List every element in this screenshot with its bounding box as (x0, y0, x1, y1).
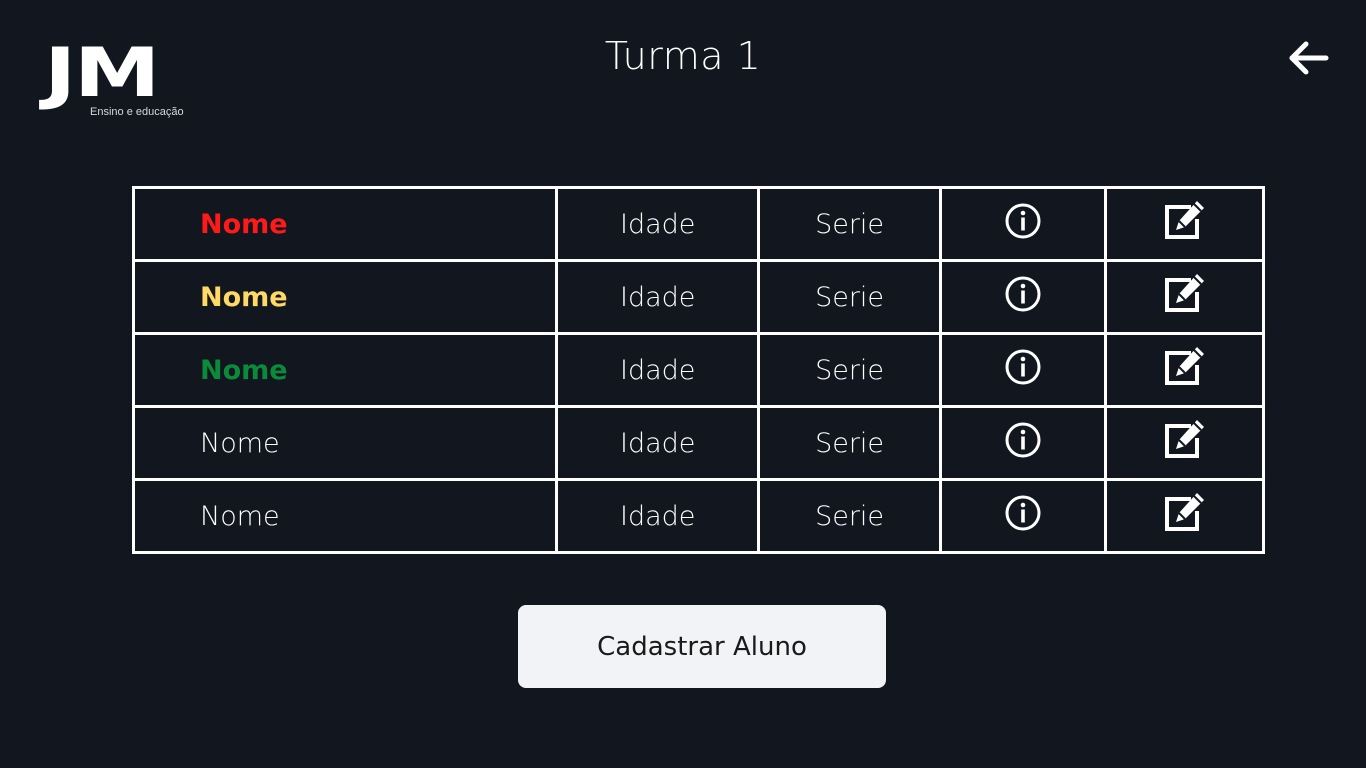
info-button[interactable] (1004, 421, 1042, 459)
edit-cell (1103, 478, 1266, 554)
student-grade-cell: Serie (757, 478, 942, 554)
info-cell (938, 332, 1107, 408)
table-body: Nome Idade Serie Nome Idade Serie Nome I… (132, 186, 1266, 554)
edit-cell (1103, 259, 1266, 335)
edit-button[interactable] (1161, 272, 1207, 316)
student-grade: Serie (815, 427, 885, 459)
edit-square-icon (1165, 346, 1205, 385)
student-grade: Serie (815, 354, 885, 386)
student-age-cell: Idade (554, 186, 761, 262)
student-name: Nome (200, 281, 288, 313)
student-age: Idade (619, 281, 696, 313)
table-row: Nome Idade Serie (132, 405, 1266, 481)
edit-button[interactable] (1161, 345, 1207, 389)
edit-button[interactable] (1161, 418, 1207, 462)
student-age: Idade (619, 208, 696, 240)
student-name-cell: Nome (132, 186, 558, 262)
student-grade-cell: Serie (757, 259, 942, 335)
table-row: Nome Idade Serie (132, 259, 1266, 335)
student-name-cell: Nome (132, 259, 558, 335)
student-age: Idade (619, 500, 696, 532)
info-button[interactable] (1004, 202, 1042, 240)
student-age-cell: Idade (554, 478, 761, 554)
student-grade: Serie (815, 208, 885, 240)
edit-square-icon (1165, 492, 1205, 531)
info-cell (938, 405, 1107, 481)
page: JM Ensino e educação Turma 1 Nome Idade … (0, 0, 1366, 768)
edit-square-icon (1165, 200, 1205, 239)
edit-button[interactable] (1161, 491, 1207, 535)
student-grade: Serie (815, 281, 885, 313)
student-name-cell: Nome (132, 478, 558, 554)
student-age: Idade (619, 427, 696, 459)
edit-button[interactable] (1161, 199, 1207, 243)
info-button[interactable] (1004, 348, 1042, 386)
student-grade-cell: Serie (757, 186, 942, 262)
student-grade-cell: Serie (757, 405, 942, 481)
page-title: Turma 1 (604, 34, 762, 78)
students-table: Nome Idade Serie Nome Idade Serie Nome I… (132, 186, 1266, 554)
student-grade: Serie (815, 500, 885, 532)
student-name-cell: Nome (132, 332, 558, 408)
info-cell (938, 478, 1107, 554)
logo-tagline: Ensino e educação (90, 106, 184, 118)
info-cell (938, 186, 1107, 262)
info-circle-icon (1005, 203, 1041, 238)
info-button[interactable] (1004, 275, 1042, 313)
table-row: Nome Idade Serie (132, 332, 1266, 408)
student-name: Nome (200, 427, 280, 459)
student-age-cell: Idade (554, 332, 761, 408)
student-name-cell: Nome (132, 405, 558, 481)
student-name: Nome (200, 500, 280, 532)
edit-cell (1103, 332, 1266, 408)
student-age-cell: Idade (554, 259, 761, 335)
edit-cell (1103, 186, 1266, 262)
table-row: Nome Idade Serie (132, 186, 1266, 262)
student-age: Idade (619, 354, 696, 386)
info-circle-icon (1005, 276, 1041, 311)
register-student-button[interactable]: Cadastrar Aluno (518, 605, 886, 688)
student-name: Nome (200, 354, 288, 386)
info-cell (938, 259, 1107, 335)
edit-square-icon (1165, 273, 1205, 312)
info-circle-icon (1005, 349, 1041, 384)
table-row: Nome Idade Serie (132, 478, 1266, 554)
back-button[interactable] (1284, 38, 1332, 78)
student-age-cell: Idade (554, 405, 761, 481)
student-name: Nome (200, 208, 288, 240)
info-circle-icon (1005, 422, 1041, 457)
student-grade-cell: Serie (757, 332, 942, 408)
arrow-left-icon (1289, 41, 1329, 75)
edit-square-icon (1165, 419, 1205, 458)
edit-cell (1103, 405, 1266, 481)
info-button[interactable] (1004, 494, 1042, 532)
info-circle-icon (1005, 495, 1041, 530)
